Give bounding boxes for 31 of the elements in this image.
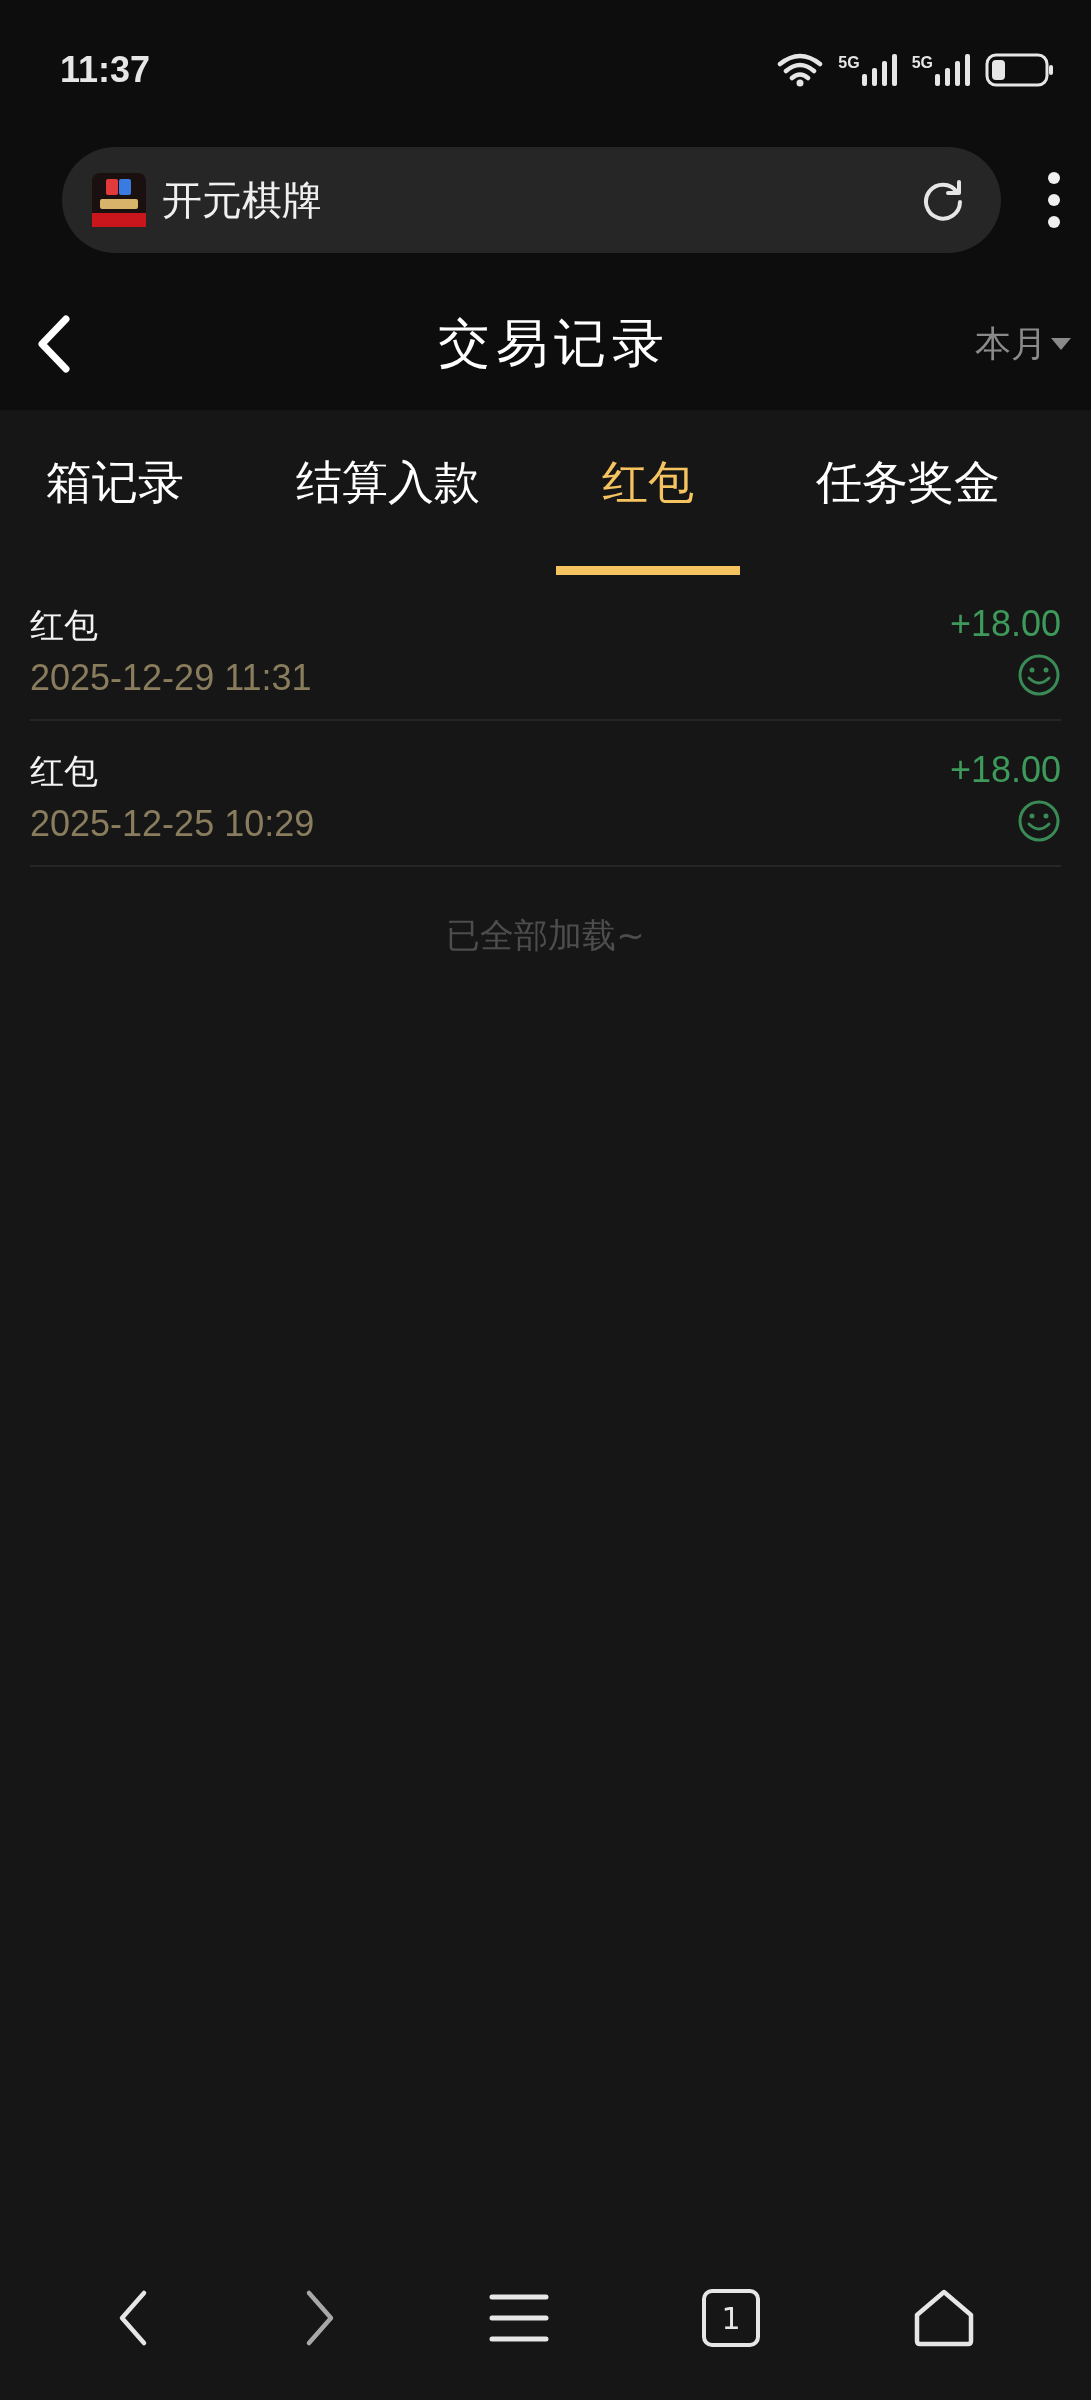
- record-date: 2025-12-25 10:29: [30, 803, 315, 845]
- record-amount: +18.00: [949, 749, 1061, 791]
- category-tab[interactable]: 红包: [518, 410, 778, 575]
- home-icon[interactable]: [912, 2289, 975, 2347]
- reload-icon[interactable]: [921, 178, 965, 222]
- record-amount: +18.00: [949, 603, 1061, 645]
- category-tab[interactable]: 结算入款: [258, 410, 518, 575]
- network-label: 5G: [838, 54, 860, 72]
- address-bar[interactable]: 开元棋牌: [62, 147, 1001, 253]
- signal-icon: [861, 54, 898, 86]
- site-logo-icon: [92, 173, 146, 227]
- network-label: 5G: [911, 54, 933, 72]
- site-title: 开元棋牌: [162, 175, 323, 225]
- caret-icon: [1051, 338, 1071, 350]
- tab-count-button[interactable]: 1: [702, 2289, 761, 2347]
- category-tab[interactable]: 箱记录: [0, 410, 258, 575]
- record-title: 红包: [30, 750, 99, 793]
- month-filter[interactable]: 本月: [975, 319, 1071, 369]
- record-title: 红包: [30, 604, 99, 647]
- smiley-icon: [1017, 653, 1061, 697]
- page-title: 交易记录: [437, 312, 670, 375]
- wifi-icon: [776, 52, 825, 88]
- menu-icon[interactable]: [489, 2293, 550, 2343]
- smiley-icon: [1017, 799, 1061, 843]
- status-time: 11:37: [60, 49, 151, 91]
- battery-icon: [985, 53, 1055, 87]
- more-menu-icon[interactable]: [1047, 171, 1061, 229]
- back-icon[interactable]: [36, 315, 72, 373]
- signal-icon: [935, 54, 971, 86]
- category-tab[interactable]: 任务奖金: [778, 410, 1038, 575]
- record-date: 2025-12-29 11:31: [30, 657, 312, 699]
